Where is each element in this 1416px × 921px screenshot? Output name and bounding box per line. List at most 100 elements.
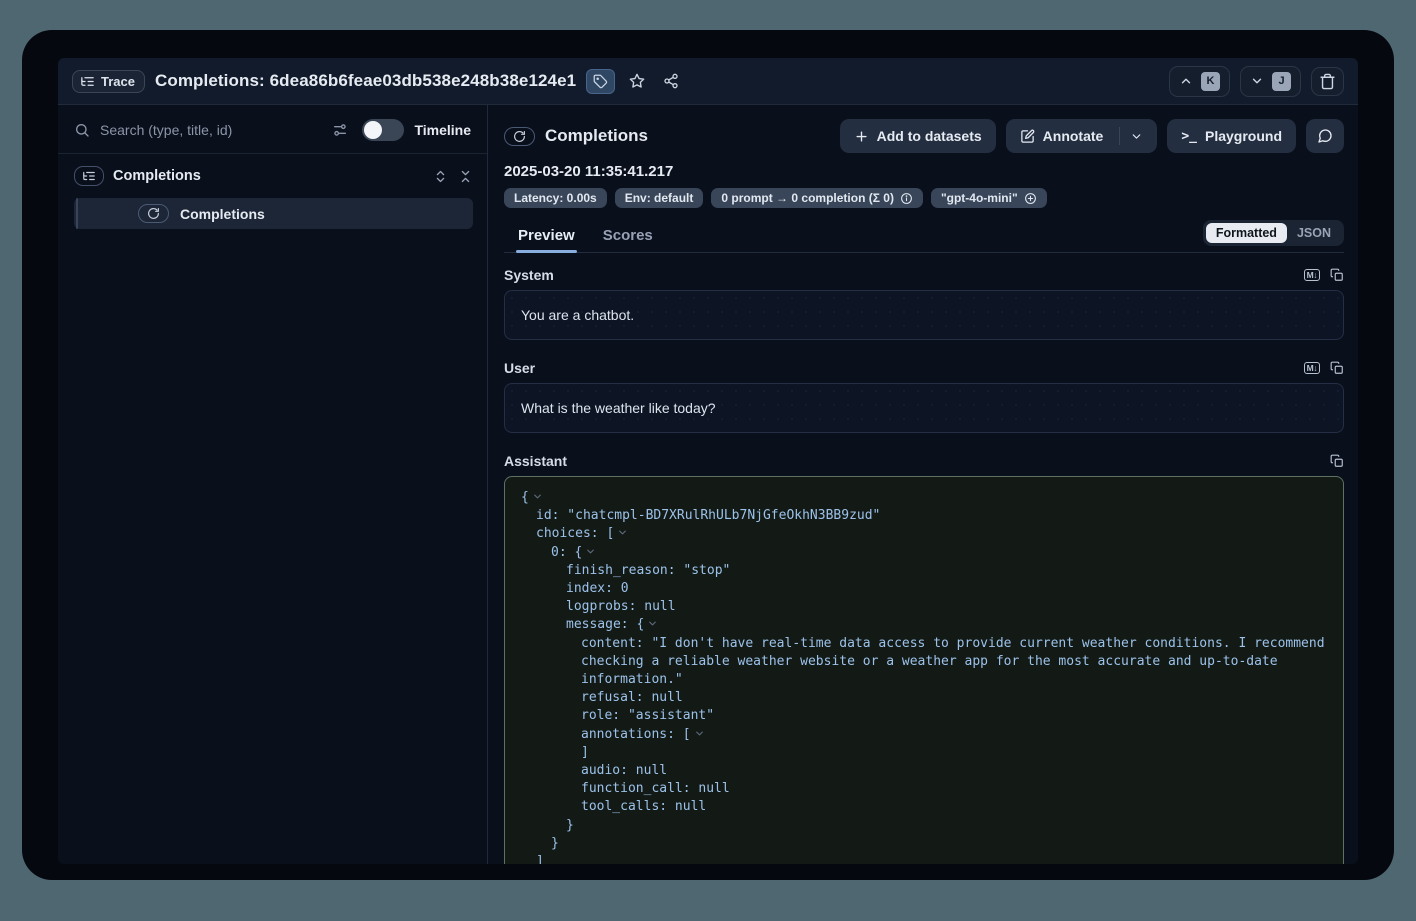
- badge-label: "gpt-4o-mini": [941, 191, 1018, 205]
- copy-icon[interactable]: [1330, 361, 1344, 375]
- comment-icon: [1317, 128, 1333, 144]
- playground-button[interactable]: >_ Playground: [1167, 119, 1296, 153]
- json-line: tool_calls: null: [515, 798, 1333, 816]
- json-line: choices: [: [515, 525, 1333, 543]
- assistant-json-viewer: { id: "chatcmpl-BD7XRulRhULb7NjGfeOkhN3BB…: [504, 476, 1344, 864]
- trace-badge-label: Trace: [101, 74, 135, 89]
- system-section-icons: M↓: [1304, 268, 1344, 282]
- collapse-chevron-icon[interactable]: [532, 491, 543, 502]
- json-line-text: logprobs: null: [566, 599, 676, 614]
- json-line-text: index: 0: [566, 581, 629, 596]
- json-line: id: "chatcmpl-BD7XRulRhULb7NjGfeOkhN3BB9…: [515, 507, 1333, 525]
- comments-button[interactable]: [1306, 119, 1344, 153]
- timeline-toggle[interactable]: [362, 119, 404, 141]
- json-line-text: 0: {: [551, 545, 582, 560]
- tag-button[interactable]: [586, 69, 615, 94]
- timeline-toggle-label: Timeline: [414, 122, 471, 138]
- json-line-text: audio: null: [581, 763, 667, 778]
- list-tree-icon: [80, 74, 95, 89]
- search-input[interactable]: [100, 122, 318, 138]
- meta-badge[interactable]: "gpt-4o-mini": [931, 188, 1047, 208]
- split-button-divider: [1119, 127, 1120, 145]
- json-line-text: ]: [536, 854, 544, 864]
- tree-child-row-completions[interactable]: Completions: [74, 198, 473, 229]
- collapse-chevron-icon[interactable]: [694, 728, 705, 739]
- json-line: role: "assistant": [515, 707, 1333, 725]
- star-button[interactable]: [625, 69, 649, 93]
- system-message-text: You are a chatbot.: [521, 307, 634, 323]
- add-to-datasets-label: Add to datasets: [877, 128, 982, 144]
- annotate-button[interactable]: Annotate: [1006, 119, 1158, 153]
- add-to-datasets-button[interactable]: Add to datasets: [840, 119, 996, 153]
- user-label: User: [504, 360, 1304, 376]
- json-line: message: {: [515, 616, 1333, 634]
- tab-preview[interactable]: Preview: [516, 221, 577, 252]
- json-line-text: message: {: [566, 617, 644, 632]
- copy-icon[interactable]: [1330, 454, 1344, 468]
- collapse-all-icon[interactable]: [458, 169, 473, 184]
- meta-badges: Latency: 0.00s Env: default 0 prompt → 0 c…: [504, 188, 1344, 208]
- tree-root-row[interactable]: Completions: [58, 154, 487, 194]
- annotate-label: Annotate: [1043, 128, 1104, 144]
- json-line: logprobs: null: [515, 598, 1333, 616]
- assistant-section-icons: [1330, 454, 1344, 468]
- tab-scores[interactable]: Scores: [601, 221, 655, 252]
- expand-all-icon[interactable]: [433, 169, 448, 184]
- terminal-icon: >_: [1181, 129, 1197, 144]
- meta-badge[interactable]: Env: default: [615, 188, 704, 208]
- share-button[interactable]: [659, 69, 683, 93]
- json-line-text: {: [521, 490, 529, 505]
- page-title: Completions: 6dea86b6feae03db538e248b38e…: [155, 71, 576, 91]
- json-line: audio: null: [515, 762, 1333, 780]
- json-line-text: refusal: null: [581, 690, 683, 705]
- meta-badge[interactable]: 0 prompt → 0 completion (Σ 0): [711, 188, 923, 208]
- user-section-icons: M↓: [1304, 361, 1344, 375]
- json-line-text: content: "I don't have real-time data ac…: [581, 636, 1332, 687]
- json-line-text: annotations: [: [581, 727, 691, 742]
- json-line: ]: [515, 744, 1333, 762]
- collapse-chevron-icon[interactable]: [647, 618, 658, 629]
- json-line-text: ]: [581, 745, 589, 760]
- tree-indent-guide: [76, 198, 78, 229]
- generation-icon: [504, 127, 535, 146]
- collapse-chevron-icon[interactable]: [617, 527, 628, 538]
- format-option-json[interactable]: JSON: [1287, 223, 1341, 243]
- markdown-icon[interactable]: M↓: [1304, 362, 1320, 375]
- copy-icon[interactable]: [1330, 268, 1344, 282]
- info-icon[interactable]: [900, 192, 913, 205]
- markdown-icon[interactable]: M↓: [1304, 269, 1320, 282]
- app-root: Trace Completions: 6dea86b6feae03db538e2…: [58, 58, 1358, 864]
- collapse-chevron-icon[interactable]: [585, 546, 596, 557]
- tree-root-label: Completions: [113, 168, 424, 184]
- toggle-knob: [364, 121, 382, 139]
- delete-trace-button[interactable]: [1311, 67, 1344, 96]
- sidebar-search-row: Timeline: [58, 105, 487, 154]
- next-trace-button[interactable]: J: [1240, 66, 1301, 97]
- content-split: Timeline Completions: [58, 105, 1358, 864]
- observation-detail: Completions Add to datasets Annotate: [488, 105, 1358, 864]
- top-bar: Trace Completions: 6dea86b6feae03db538e2…: [58, 58, 1358, 105]
- playground-label: Playground: [1205, 128, 1282, 144]
- filter-sliders-icon[interactable]: [328, 118, 352, 142]
- prev-trace-button[interactable]: K: [1169, 66, 1230, 97]
- search-icon: [74, 122, 90, 138]
- json-line: {: [515, 489, 1333, 507]
- circle-plus-icon[interactable]: [1024, 192, 1037, 205]
- json-line: annotations: [: [515, 726, 1333, 744]
- format-option-formatted[interactable]: Formatted: [1206, 223, 1287, 243]
- assistant-label: Assistant: [504, 453, 1330, 469]
- meta-badge[interactable]: Latency: 0.00s: [504, 188, 607, 208]
- share-icon: [663, 73, 679, 89]
- trash-icon: [1319, 73, 1336, 90]
- observation-timestamp: 2025-03-20 11:35:41.217: [504, 163, 1344, 180]
- badge-label: Env: default: [625, 191, 694, 205]
- annotate-dropdown-chevron-icon[interactable]: [1130, 130, 1143, 143]
- star-icon: [629, 73, 645, 89]
- plus-icon: [854, 129, 869, 144]
- observation-title: Completions: [545, 126, 648, 146]
- tag-icon: [593, 74, 608, 89]
- format-toggle: Formatted JSON: [1203, 220, 1344, 246]
- json-line-text: }: [551, 836, 559, 851]
- user-section-head: User M↓: [504, 360, 1344, 376]
- tree-child-label: Completions: [180, 206, 265, 222]
